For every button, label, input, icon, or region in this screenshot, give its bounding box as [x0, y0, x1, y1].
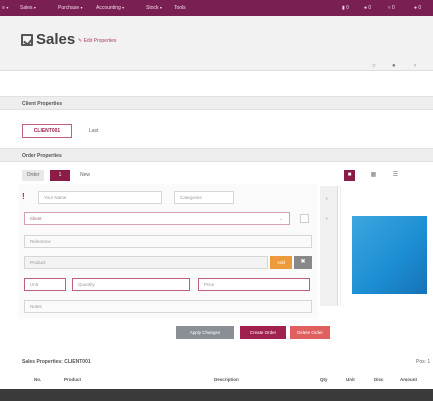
create-order-button[interactable]: Create Order: [240, 326, 286, 339]
unit-input[interactable]: Unit: [24, 278, 66, 291]
nav-menu-purchase[interactable]: Purchase ▾: [58, 5, 83, 11]
product-image[interactable]: [352, 216, 427, 294]
tool-circle-icon[interactable]: ○: [372, 63, 376, 69]
name-input[interactable]: Your Name: [38, 191, 162, 204]
collapse-strip[interactable]: ‹ ›: [320, 186, 338, 306]
view-form-icon[interactable]: ■: [344, 170, 355, 181]
required-marker: !: [22, 192, 25, 201]
category-input[interactable]: Categories: [174, 191, 234, 204]
edit-properties-link[interactable]: ✎ Edit Properties: [78, 38, 116, 44]
col-disc[interactable]: Disc: [374, 377, 384, 382]
tab-order[interactable]: Order: [22, 170, 44, 181]
col-qty[interactable]: Qty: [320, 377, 328, 382]
col-amount[interactable]: Amount: [400, 377, 417, 382]
remove-icon[interactable]: ✖: [294, 256, 312, 269]
order-properties-header: Order Properties: [0, 148, 433, 162]
nav-settings-icon[interactable]: ● 0: [414, 5, 421, 11]
chevron-right-icon[interactable]: ›: [326, 216, 328, 222]
bottom-bar: [0, 389, 433, 401]
nav-menu-tools[interactable]: Tools: [174, 5, 186, 11]
client-code-field[interactable]: CLIENT001: [22, 124, 72, 138]
chevron-left-icon[interactable]: ‹: [326, 196, 328, 202]
sales-properties-title: Sales Properties: CLIENT001: [22, 359, 91, 365]
nav-notification-icon[interactable]: ▮ 0: [342, 5, 349, 11]
nav-menu-accounting[interactable]: Accounting ▾: [96, 5, 124, 11]
col-product[interactable]: Product: [64, 377, 81, 382]
tool-dot-icon[interactable]: ●: [392, 63, 396, 69]
reference-input[interactable]: Reference: [24, 235, 312, 248]
notes-input[interactable]: Notes: [24, 300, 312, 313]
product-input[interactable]: Product: [24, 256, 268, 269]
section-title: Order Properties: [22, 153, 62, 159]
add-product-button[interactable]: Add: [270, 256, 292, 269]
client-checkbox[interactable]: [300, 214, 309, 223]
quantity-input[interactable]: Quantity: [72, 278, 190, 291]
view-grid-icon[interactable]: ▦: [368, 170, 379, 181]
tab-new[interactable]: New: [74, 170, 96, 181]
top-nav: ≡ ▾ Sales ▾ Purchase ▾ Accounting ▾ Stoc…: [0, 0, 433, 16]
nav-menu-stock[interactable]: Stock ▾: [146, 5, 162, 11]
nav-user-icon[interactable]: ▿ 0: [388, 5, 395, 11]
nav-menu-sales[interactable]: Sales ▾: [20, 5, 36, 11]
order-form-panel: [18, 184, 318, 319]
code-label: Last: [89, 128, 99, 134]
view-list-icon[interactable]: ☰: [390, 170, 401, 181]
chevron-down-icon: ⌄: [279, 216, 283, 221]
tool-next-icon[interactable]: ›: [414, 63, 416, 69]
section-title: Client Properties: [22, 101, 63, 107]
page-title: Sales: [36, 31, 76, 48]
apply-changes-button[interactable]: Apply Changes: [176, 326, 234, 339]
delete-order-button[interactable]: Delete Order: [290, 326, 330, 339]
position-label: Pos: 1: [416, 359, 431, 365]
nav-menu-apps[interactable]: ≡ ▾: [2, 5, 8, 11]
client-select[interactable]: Client ⌄: [24, 212, 290, 225]
col-no[interactable]: No.: [34, 377, 41, 382]
price-input[interactable]: Price: [198, 278, 310, 291]
edit-square-icon: [21, 34, 33, 46]
col-unit[interactable]: Unit: [346, 377, 355, 382]
client-properties-header: Client Properties: [0, 96, 433, 110]
nav-messages-icon[interactable]: ● 0: [364, 5, 371, 11]
col-description[interactable]: Description: [214, 377, 239, 382]
tab-active[interactable]: 1: [50, 170, 70, 181]
